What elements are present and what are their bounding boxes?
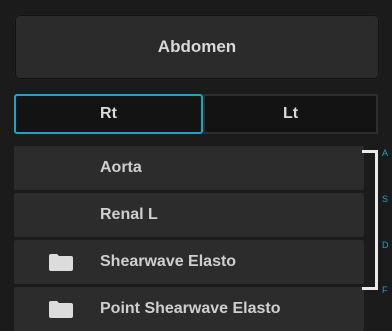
scroll-index-letter-s[interactable]: S [382, 194, 388, 204]
list-item-renal-l[interactable]: Renal L [14, 193, 364, 237]
list-item-shearwave-elasto[interactable]: Shearwave Elasto [14, 240, 364, 284]
folder-icon [49, 254, 73, 271]
list-item-label: Renal L [100, 206, 158, 223]
scroll-index-letter-d[interactable]: D [382, 240, 389, 250]
list-item-label: Point Shearwave Elasto [100, 300, 281, 317]
scroll-index-letter-a[interactable]: A [382, 148, 388, 158]
list-item-label: Shearwave Elasto [100, 253, 237, 270]
rt-label: Rt [100, 105, 117, 122]
lt-label: Lt [282, 105, 299, 122]
lt-toggle[interactable]: Lt [203, 94, 378, 134]
scroll-index-bracket[interactable] [362, 150, 378, 290]
list-item-label: Aorta [100, 159, 142, 176]
scroll-index-letter-f[interactable]: F [382, 285, 388, 295]
abdomen-label: Abdomen [157, 37, 237, 56]
rt-toggle[interactable]: Rt [14, 94, 203, 134]
abdomen-button[interactable]: Abdomen [14, 14, 380, 80]
list-item-aorta[interactable]: Aorta [14, 146, 364, 190]
folder-icon [49, 301, 73, 318]
list-item-point-shearwave-elasto[interactable]: Point Shearwave Elasto [14, 287, 364, 331]
